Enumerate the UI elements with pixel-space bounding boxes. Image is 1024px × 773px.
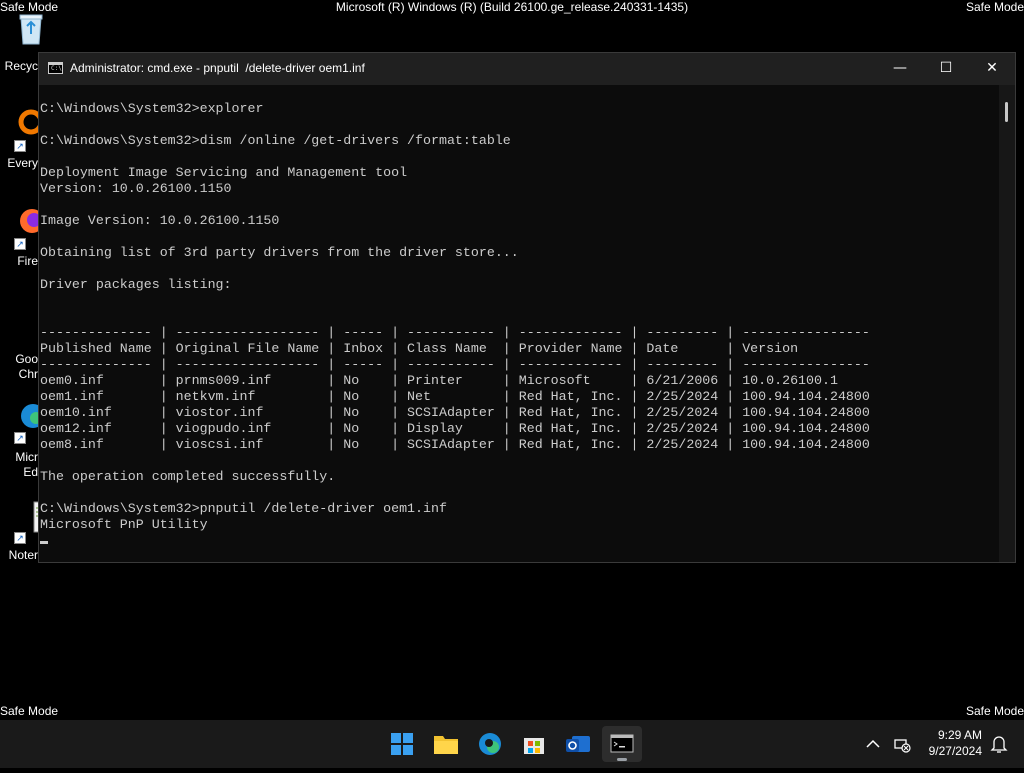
- console-line: Driver packages listing:: [40, 277, 232, 292]
- console-line: oem12.inf | viogpudo.inf | No | Display …: [40, 421, 870, 436]
- windows-build-label: Microsoft (R) Windows (R) (Build 26100.g…: [335, 0, 689, 14]
- microsoft-store-button[interactable]: [514, 726, 554, 762]
- file-explorer-icon: [434, 736, 458, 754]
- shortcut-arrow-icon: ↗: [14, 432, 26, 444]
- desktop-icon-label: Goo Chr: [15, 352, 38, 381]
- clock-time: 9:29 AM: [937, 728, 982, 742]
- console-line: oem0.inf | prnms009.inf | No | Printer |…: [40, 373, 838, 388]
- desktop-icon-label: Every: [7, 156, 38, 170]
- scrollbar-thumb[interactable]: [1005, 102, 1008, 122]
- console-line: -------------- | ------------------ | --…: [40, 325, 870, 340]
- shortcut-arrow-icon: ↗: [14, 238, 26, 250]
- windows-logo-icon: [391, 733, 413, 755]
- console-output[interactable]: C:\Windows\System32>explorer C:\Windows\…: [39, 85, 999, 562]
- outlook-icon: [566, 736, 590, 752]
- file-explorer-button[interactable]: [426, 726, 466, 762]
- clock-date: 9/27/2024: [928, 744, 982, 758]
- desktop-icon-label: Fire: [17, 254, 38, 268]
- network-disconnected-icon: [894, 739, 911, 753]
- window-titlebar[interactable]: C:\ Administrator: cmd.exe - pnputil /de…: [39, 53, 1015, 85]
- edge-icon: [479, 733, 501, 755]
- recycle-bin-icon: [18, 12, 44, 45]
- console-line: C:\Windows\System32>pnputil /delete-driv…: [40, 501, 447, 516]
- cmd-app-icon[interactable]: C:\: [48, 62, 63, 74]
- shortcut-arrow-icon: ↗: [14, 532, 26, 544]
- clock[interactable]: 9:29 AM 9/27/2024: [929, 727, 982, 759]
- desktop-icon-label: Micr Ed: [15, 450, 38, 479]
- minimize-button[interactable]: —: [877, 53, 923, 85]
- chevron-up-icon: [866, 739, 880, 748]
- close-button[interactable]: ✕: [969, 53, 1015, 85]
- network-button[interactable]: [890, 720, 914, 768]
- safe-mode-label-bottom-right: Safe Mode: [965, 704, 1024, 718]
- maximize-button[interactable]: ☐: [923, 53, 969, 85]
- terminal-button[interactable]: [602, 726, 642, 762]
- desktop-icon-label: Noter: [8, 548, 38, 562]
- bell-icon: [990, 736, 1008, 753]
- store-icon: [524, 738, 544, 754]
- console-line: Obtaining list of 3rd party drivers from…: [40, 245, 519, 260]
- notifications-button[interactable]: [988, 720, 1010, 768]
- console-line: C:\Windows\System32>dism /online /get-dr…: [40, 133, 511, 148]
- terminal-icon: [610, 734, 634, 753]
- vertical-scrollbar[interactable]: [999, 85, 1015, 562]
- window-title: Administrator: cmd.exe - pnputil /delete…: [70, 61, 365, 75]
- console-line: oem1.inf | netkvm.inf | No | Net | Red H…: [40, 389, 870, 404]
- console-line: C:\Windows\System32>explorer: [40, 101, 264, 116]
- desktop-icon-label: Recyc: [4, 59, 38, 73]
- console-text: C:\Windows\System32>explorer C:\Windows\…: [39, 85, 999, 549]
- console-line: Version: 10.0.26100.1150: [40, 181, 232, 196]
- console-line: Published Name | Original File Name | In…: [40, 341, 799, 356]
- safe-mode-label-bottom-left: Safe Mode: [0, 704, 59, 718]
- outlook-button[interactable]: [558, 726, 598, 762]
- console-line: Microsoft PnP Utility: [40, 517, 208, 532]
- text-cursor: [40, 541, 48, 544]
- console-line: The operation completed successfully.: [40, 469, 336, 484]
- taskbar: 9:29 AM 9/27/2024: [0, 720, 1024, 768]
- show-hidden-icons-button[interactable]: [862, 720, 884, 768]
- edge-button[interactable]: [470, 726, 510, 762]
- console-line: Deployment Image Servicing and Managemen…: [40, 165, 408, 180]
- console-line: Image Version: 10.0.26100.1150: [40, 213, 280, 228]
- shortcut-arrow-icon: ↗: [14, 140, 26, 152]
- console-line: oem8.inf | vioscsi.inf | No | SCSIAdapte…: [40, 437, 870, 452]
- start-button[interactable]: [382, 726, 422, 762]
- console-line: oem10.inf | viostor.inf | No | SCSIAdapt…: [40, 405, 870, 420]
- cmd-window[interactable]: C:\ Administrator: cmd.exe - pnputil /de…: [38, 52, 1016, 563]
- active-app-indicator: [617, 758, 627, 761]
- console-line: -------------- | ------------------ | --…: [40, 357, 870, 372]
